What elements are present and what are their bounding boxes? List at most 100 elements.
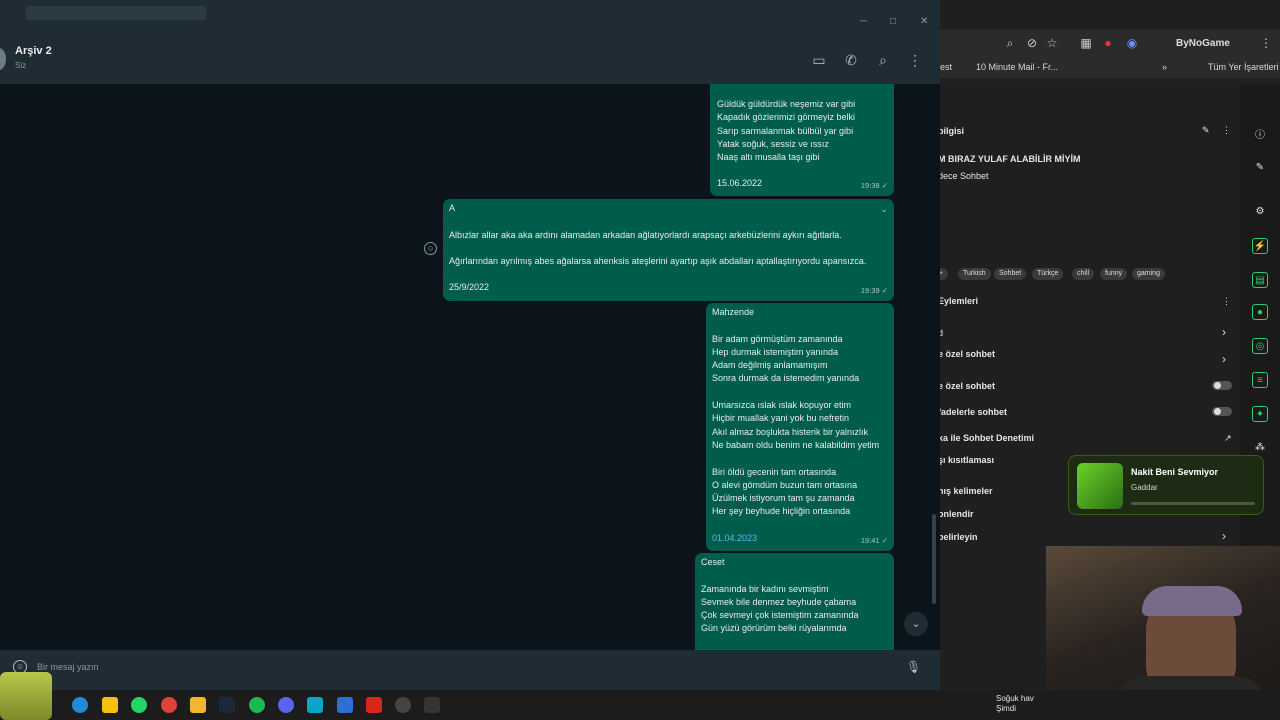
- message-line: Naaş altı musalla taşı gibi: [717, 152, 820, 163]
- action-item[interactable]: e özel sohbet: [938, 349, 995, 359]
- message-line: Üzülmek istiyorum tam şu zamanda: [712, 493, 855, 504]
- chat-header[interactable]: Arşiv 2 Siz ▭ ✆ ⌕ ⋮: [0, 36, 940, 84]
- stream-info-heading: bilgisi: [938, 126, 965, 136]
- message-bubble[interactable]: Ceset Zamanında bir kadını sevmiştim Sev…: [695, 553, 894, 650]
- chrome-icon[interactable]: [161, 697, 177, 713]
- chevron-right-icon[interactable]: ›: [1222, 325, 1226, 339]
- edge-icon[interactable]: [72, 697, 88, 713]
- action-item[interactable]: onlendir: [938, 509, 974, 519]
- search-icon[interactable]: ⌕: [874, 51, 892, 69]
- extension-red-icon[interactable]: ●: [1100, 35, 1116, 51]
- document-icon[interactable]: ▤: [1252, 272, 1268, 288]
- message-bubble[interactable]: Güldük güldürdük neşemiz var gibi Kapadı…: [710, 84, 894, 196]
- track-artist: Gaddar: [1131, 483, 1158, 492]
- window-titlebar: ─ □ ✕: [0, 0, 940, 36]
- action-item[interactable]: şı kısıtlaması: [938, 455, 994, 465]
- tag: chill: [1072, 268, 1095, 280]
- obs-icon[interactable]: [395, 697, 411, 713]
- bookmark-item[interactable]: est: [940, 62, 952, 72]
- music-widget[interactable]: Nakit Beni Sevmiyor Gaddar: [1068, 455, 1264, 515]
- more-icon[interactable]: ⋮: [1222, 296, 1231, 307]
- menu-icon[interactable]: ⋮: [906, 51, 924, 69]
- eye-off-icon[interactable]: ⊘: [1024, 35, 1040, 51]
- message-line: [712, 386, 879, 399]
- message-line: [449, 215, 866, 228]
- tag: funny: [1100, 268, 1128, 280]
- avatar[interactable]: [0, 48, 6, 70]
- close-icon[interactable]: ✕: [920, 16, 928, 27]
- acrobat-icon[interactable]: [366, 697, 382, 713]
- action-item[interactable]: fadelerle sohbet: [938, 407, 1007, 417]
- window-tab[interactable]: [26, 6, 206, 20]
- minimize-icon[interactable]: ─: [860, 16, 867, 27]
- bookmark-item[interactable]: 10 Minute Mail - Fr...: [976, 62, 1058, 72]
- message-line: Çok sevmeyi çok istemiştim zamanında: [701, 610, 859, 621]
- brand-logo: ByNoGame: [1176, 38, 1230, 49]
- message-line: Sevmek bile denmez beyhude çabama: [701, 596, 857, 607]
- message-line: Sarıp sarmalanmak bülbül yar gibi: [717, 125, 854, 136]
- message-line: [701, 569, 859, 582]
- desktop: ⌕ ⊘ ☆ ▦ ● ◉ ByNoGame ⋮ est 10 Minute Mai…: [0, 0, 1280, 720]
- group-icon[interactable]: ⁂: [1252, 440, 1268, 456]
- whatsapp-icon[interactable]: [131, 697, 147, 713]
- tag: Sohbet: [994, 268, 1027, 280]
- mail-icon[interactable]: [337, 697, 353, 713]
- steam-icon[interactable]: [219, 697, 235, 713]
- toggle-switch[interactable]: [1212, 381, 1232, 390]
- bolt-icon[interactable]: ⚡: [1252, 238, 1268, 254]
- wrench-icon[interactable]: ✦: [1252, 406, 1268, 422]
- message-line: A: [449, 203, 456, 213]
- chevron-down-icon[interactable]: ⌄: [880, 203, 888, 216]
- chevron-right-icon[interactable]: »: [1162, 62, 1167, 72]
- stream-category: dece Sohbet: [938, 171, 989, 181]
- sticker-overlay: [0, 672, 52, 720]
- settings-icon[interactable]: ⚙: [1252, 204, 1268, 220]
- weather-text: Soğuk hav: [996, 694, 1034, 703]
- scrollbar[interactable]: [932, 514, 936, 604]
- action-item[interactable]: belirleyin: [938, 532, 978, 542]
- weather-widget[interactable]: Soğuk hav Şimdi: [996, 694, 1034, 714]
- stream-title: M BIRAZ YULAF ALABİLİR MİYİM: [938, 154, 1081, 164]
- spotify-icon[interactable]: [249, 697, 265, 713]
- message-line: Akıl almaz boşlukta histerik bir yalnızl…: [712, 426, 869, 437]
- message-bubble[interactable]: Mahzende Bir adam görmüştüm zamanında He…: [706, 303, 894, 551]
- microphone-icon[interactable]: 🎙: [906, 660, 921, 676]
- star-icon[interactable]: ☆: [1044, 35, 1060, 51]
- chat-icon[interactable]: ●: [1252, 304, 1268, 320]
- all-bookmarks[interactable]: Tüm Yer İşaretleri: [1208, 62, 1279, 72]
- message-bubble[interactable]: ⌄ A Albızlar allar aka aka ardını alamad…: [443, 199, 894, 301]
- broadcast-icon[interactable]: ◎: [1252, 338, 1268, 354]
- chevron-right-icon[interactable]: ›: [1222, 352, 1226, 366]
- terminal-icon[interactable]: [424, 697, 440, 713]
- scroll-down-button[interactable]: ⌄: [904, 612, 928, 636]
- discord-icon[interactable]: [278, 697, 294, 713]
- edit-icon[interactable]: ✎: [1202, 125, 1210, 136]
- store-icon[interactable]: [307, 697, 323, 713]
- list-icon[interactable]: ≡: [1252, 372, 1268, 388]
- message-line: O alevi gömdüm buzun tam ortasına: [712, 479, 858, 490]
- emoji-react-icon[interactable]: ☺: [424, 242, 437, 255]
- action-item[interactable]: nış kelimeler: [938, 486, 993, 496]
- pen-icon[interactable]: ✎: [1252, 160, 1268, 176]
- more-icon[interactable]: ⋮: [1222, 125, 1231, 136]
- menu-icon[interactable]: ⋮: [1258, 35, 1274, 51]
- chat-area[interactable]: Güldük güldürdük neşemiz var gibi Kapadı…: [0, 84, 940, 650]
- message-date: 15.06.2022: [717, 178, 763, 189]
- action-item[interactable]: ka ile Sohbet Denetimi: [938, 433, 1034, 443]
- info-icon[interactable]: ⓘ: [1252, 128, 1268, 144]
- external-link-icon[interactable]: ↗: [1224, 433, 1232, 444]
- toggle-switch[interactable]: [1212, 407, 1232, 416]
- zoom-icon[interactable]: ⌕: [1002, 35, 1018, 51]
- chat-name[interactable]: Arşiv 2: [15, 45, 52, 57]
- message-input[interactable]: Bir mesaj yazın: [37, 662, 99, 672]
- sticky-notes-icon[interactable]: [102, 697, 118, 713]
- extension-icon[interactable]: ▦: [1078, 35, 1094, 51]
- chevron-right-icon[interactable]: ›: [1222, 529, 1226, 543]
- phone-icon[interactable]: ✆: [842, 51, 860, 69]
- action-item[interactable]: e özel sohbet: [938, 381, 995, 391]
- video-call-icon[interactable]: ▭: [810, 51, 828, 69]
- message-line: Hiçbir muallak yani yok bu nefretin: [712, 413, 850, 424]
- extension-wave-icon[interactable]: ◉: [1124, 35, 1140, 51]
- folder-icon[interactable]: [190, 697, 206, 713]
- maximize-icon[interactable]: □: [890, 16, 896, 27]
